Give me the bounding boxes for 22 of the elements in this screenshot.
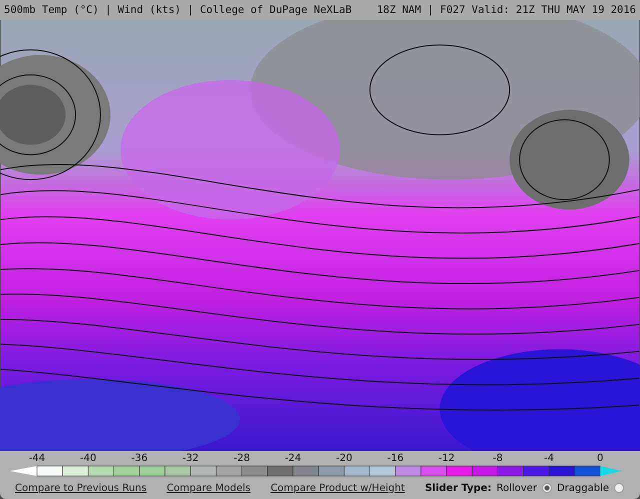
colorbar-tick-label: 0 [597, 453, 604, 464]
slider-option-label: Rollover [496, 482, 537, 494]
run-valid-time: 18Z NAM | F027 Valid: 21Z THU MAY 19 2016 [376, 4, 636, 16]
colorbar-tick-label: -4 [544, 453, 554, 464]
colorbar-tick-label: -16 [387, 453, 404, 464]
radio-button[interactable] [614, 483, 624, 493]
colorbar-tick-label: -44 [28, 453, 46, 464]
colorbar-tick-label: -40 [80, 453, 96, 464]
compare-link[interactable]: Compare Product w/Height [270, 482, 405, 494]
slider-option-label: Draggable [556, 482, 609, 494]
product-title: 500mb Temp (°C) | Wind (kts) | College of DuPage NeXLaB [4, 4, 352, 16]
colorbar-tick-label: -8 [492, 453, 503, 464]
colorbar-tick-label: -36 [131, 453, 148, 464]
compare-link[interactable]: Compare Models [166, 482, 250, 494]
compare-link[interactable]: Compare to Previous Runs [15, 482, 147, 494]
colorbar-tick-label: -20 [336, 453, 352, 464]
slider-type-label: Slider Type: [424, 482, 492, 494]
radio-button[interactable] [542, 483, 552, 493]
colorbar-tick-label: -28 [234, 453, 250, 464]
colorbar-tick-label: -12 [438, 453, 455, 464]
colorbar-tick-label: -24 [284, 453, 302, 464]
colorbar-tick-label: -32 [182, 453, 199, 464]
